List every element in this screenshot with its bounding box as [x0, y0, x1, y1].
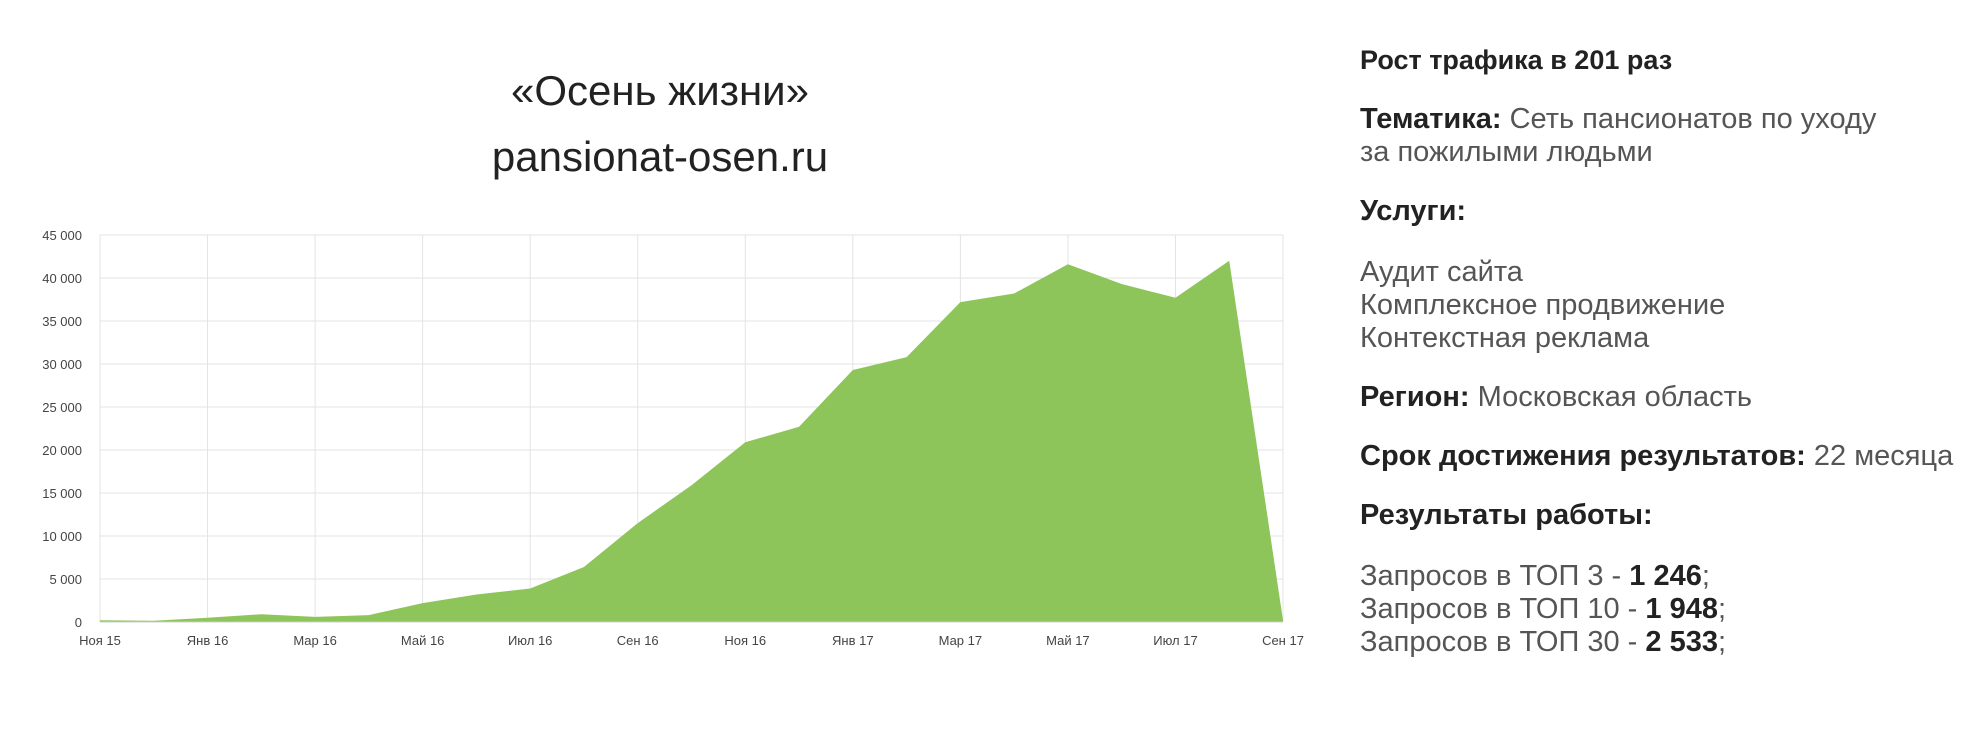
- result-prefix: Запросов в ТОП 30 -: [1360, 626, 1646, 658]
- region-block: Регион: Московская область: [1360, 381, 1960, 414]
- x-tick-label: Сен 17: [1262, 633, 1304, 648]
- y-tick-label: 20 000: [42, 443, 82, 458]
- results-label: Результаты работы:: [1360, 499, 1653, 531]
- theme-label: Тематика:: [1360, 103, 1502, 135]
- x-tick-label: Сен 16: [617, 633, 659, 648]
- y-tick-label: 35 000: [42, 314, 82, 329]
- result-value: 2 533: [1645, 626, 1718, 658]
- y-tick-label: 30 000: [42, 357, 82, 372]
- service-item: Комплексное продвижение: [1360, 289, 1726, 321]
- result-suffix: ;: [1717, 593, 1727, 625]
- result-value: 1 246: [1629, 560, 1702, 592]
- result-suffix: ;: [1701, 560, 1710, 592]
- x-tick-label: Мар 17: [939, 633, 983, 648]
- chart-title: «Осень жизни» pansionat-osen.ru: [0, 58, 1320, 190]
- x-tick-label: Ноя 16: [724, 633, 766, 648]
- traffic-area-series: [100, 260, 1283, 622]
- x-tick-label: Июл 17: [1153, 633, 1197, 648]
- y-tick-label: 0: [75, 615, 82, 630]
- x-tick-label: Мар 16: [293, 633, 337, 648]
- service-item: Контекстная реклама: [1360, 322, 1650, 354]
- chart-area-layer: [99, 260, 1284, 622]
- region-label: Регион:: [1360, 381, 1470, 413]
- result-prefix: Запросов в ТОП 3 -: [1360, 560, 1630, 592]
- x-tick-label: Май 17: [1046, 633, 1090, 648]
- x-tick-label: Ноя 15: [79, 633, 121, 648]
- y-tick-label: 25 000: [42, 400, 82, 415]
- x-tick-label: Янв 17: [832, 633, 874, 648]
- region-value: Московская область: [1477, 381, 1753, 413]
- term-block: Срок достижения результатов: 22 месяца: [1360, 440, 1960, 473]
- y-tick-label: 40 000: [42, 271, 82, 286]
- traffic-area-chart: 0 5 000 10 000 15 000 20 000 25 000 30 000 35 0…: [42, 228, 1304, 648]
- y-tick-label: 5 000: [49, 572, 82, 587]
- term-label: Срок достижения результатов:: [1360, 440, 1806, 472]
- chart-title-line1: «Осень жизни»: [511, 67, 809, 114]
- term-value: 22 месяца: [1813, 440, 1954, 472]
- result-prefix: Запросов в ТОП 10 -: [1360, 593, 1646, 625]
- y-tick-label: 45 000: [42, 228, 82, 243]
- service-item: Аудит сайта: [1360, 256, 1523, 288]
- x-tick-label: Июл 16: [508, 633, 552, 648]
- theme-value-line1: Сеть пансионатов по уходу: [1509, 103, 1877, 135]
- chart-title-line2: pansionat-osen.ru: [491, 133, 829, 180]
- y-tick-label: 15 000: [42, 486, 82, 501]
- x-tick-label: Май 16: [401, 633, 445, 648]
- traffic-growth-headline: Рост трафика в 201 раз: [1360, 45, 1673, 75]
- result-item-top10: Запросов в ТОП 10 - 1 948;: [1360, 593, 1960, 626]
- theme-block: Тематика: Сеть пансионатов по уходу за п…: [1360, 103, 1960, 169]
- result-item-top3: Запросов в ТОП 3 - 1 246;: [1360, 560, 1960, 593]
- result-item-top30: Запросов в ТОП 30 - 2 533;: [1360, 626, 1960, 659]
- services-label: Услуги:: [1360, 195, 1467, 227]
- project-info-panel: Рост трафика в 201 раз Тематика: Сеть па…: [1360, 44, 1960, 659]
- result-suffix: ;: [1717, 626, 1727, 658]
- result-value: 1 948: [1645, 593, 1718, 625]
- x-tick-label: Янв 16: [187, 633, 229, 648]
- y-tick-label: 10 000: [42, 529, 82, 544]
- theme-value-line2: за пожилыми людьми: [1360, 136, 1653, 168]
